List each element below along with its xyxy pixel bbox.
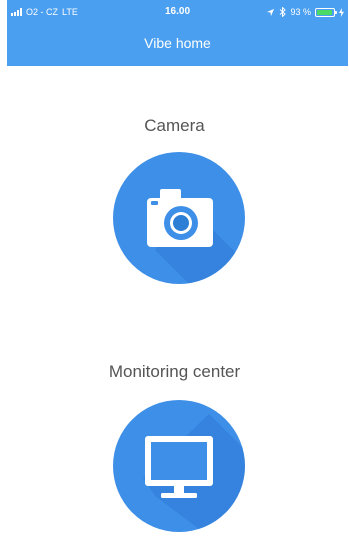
battery-percent: 93 %	[290, 7, 311, 17]
camera-button[interactable]	[113, 152, 245, 284]
status-right: 93 %	[266, 0, 344, 24]
header: O2 - CZ LTE 16.00 93 % Vibe home	[7, 0, 348, 66]
charging-bolt-icon	[339, 7, 344, 17]
camera-label: Camera	[144, 116, 205, 135]
monitoring-center-button[interactable]	[113, 400, 245, 532]
battery-icon	[315, 7, 337, 17]
status-bar: O2 - CZ LTE 16.00 93 %	[7, 0, 348, 24]
monitor-icon	[145, 436, 213, 498]
location-arrow-icon	[267, 8, 275, 16]
app-screen: O2 - CZ LTE 16.00 93 % Vibe home Camera …	[0, 0, 349, 536]
bluetooth-icon	[280, 7, 287, 17]
page-title: Vibe home	[144, 35, 211, 51]
monitoring-center-label: Monitoring center	[108, 362, 241, 381]
battery-level-fill	[317, 9, 332, 15]
camera-icon	[147, 189, 213, 247]
